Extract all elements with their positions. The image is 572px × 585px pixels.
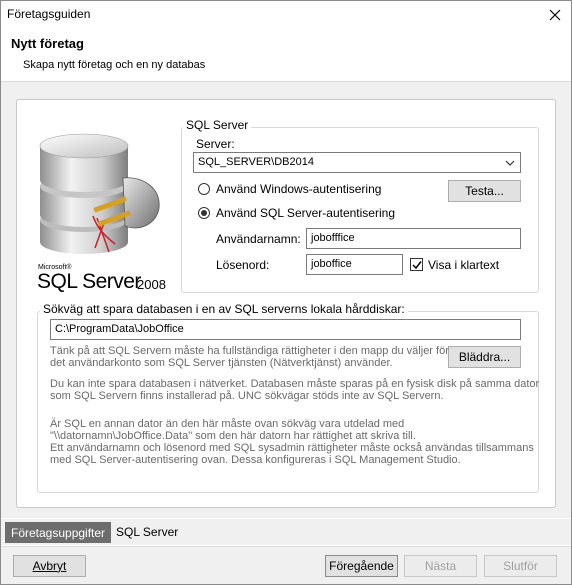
database-plug-icon: [39, 133, 160, 254]
path-input[interactable]: C:\ProgramData\JobOffice: [50, 319, 521, 340]
finish-button[interactable]: Slutför: [484, 555, 557, 577]
path-group-legend: Sökväg att spara databasen i en av SQL s…: [40, 302, 408, 316]
cancel-button-label: Avbryt: [32, 559, 67, 573]
server-select[interactable]: SQL_SERVER\DB2014: [193, 152, 521, 173]
server-select-value: SQL_SERVER\DB2014: [198, 156, 314, 168]
sql-server-group-legend: SQL Server: [183, 118, 252, 132]
radio-sql-auth[interactable]: [198, 207, 210, 219]
wizard-header: Nytt företag Skapa nytt företag och en n…: [1, 29, 571, 82]
show-plaintext-label[interactable]: Visa i klartext: [428, 258, 499, 272]
radio-sql-auth-label[interactable]: Använd SQL Server-autentisering: [216, 206, 395, 220]
step-tabs: Företagsuppgifter SQL Server: [1, 519, 571, 545]
radio-windows-auth[interactable]: [198, 183, 210, 195]
next-button-label: Nästa: [424, 559, 457, 573]
tab-sql-server[interactable]: SQL Server: [116, 525, 178, 539]
tab-foretagsuppgifter[interactable]: Företagsuppgifter: [5, 522, 112, 543]
page-subtitle: Skapa nytt företag och en ny databas: [23, 59, 206, 71]
info-line: det användarkonto som SQL Server tjänste…: [50, 357, 393, 369]
sql-server-logo: Microsoft® SQL Server 2008: [35, 118, 166, 293]
logo-product-text: SQL Server: [37, 270, 141, 293]
info-permissions: Tänk på att SQL Servern måste ha fullstä…: [50, 345, 449, 369]
show-plaintext-checkbox[interactable]: [410, 258, 423, 271]
checkmark-icon: [411, 260, 422, 269]
previous-button-label: Föregående: [329, 559, 394, 573]
chevron-down-icon: [505, 160, 515, 166]
wizard-footer: Avbryt Föregående Nästa Slutför: [1, 546, 571, 584]
username-label: Användarnamn:: [216, 232, 301, 246]
title-bar[interactable]: Företagsguiden: [1, 1, 571, 29]
info-line: med SQL Server-autentisering ovan. Dessa…: [50, 454, 461, 466]
close-button[interactable]: [538, 1, 571, 29]
logo-year-text: 2008: [137, 277, 166, 292]
previous-button[interactable]: Föregående: [325, 555, 398, 577]
info-line: "\\datornamn\JobOffice.Data" som den här…: [50, 430, 416, 442]
password-input[interactable]: joboffice: [306, 254, 403, 275]
window-title: Företagsguiden: [7, 7, 91, 21]
info-line: Du kan inte spara databasen i nätverket.…: [50, 378, 540, 390]
wizard-window: Företagsguiden Nytt företag Skapa nytt f…: [0, 0, 572, 585]
info-line: som SQL Servern finns installerad på. UN…: [50, 390, 444, 402]
info-line: Är SQL en annan dator än den här måste o…: [50, 418, 405, 430]
info-network: Du kan inte spara databasen i nätverket.…: [50, 378, 539, 402]
test-button[interactable]: Testa...: [448, 180, 521, 202]
info-line: Tänk på att SQL Servern måste ha fullstä…: [50, 345, 449, 357]
finish-button-label: Slutför: [503, 559, 538, 573]
close-icon: [549, 9, 560, 21]
info-line: Ett användarnamn och lösenord med SQL sy…: [50, 442, 534, 454]
cancel-button[interactable]: Avbryt: [13, 555, 86, 577]
username-input[interactable]: jobofffice: [306, 228, 521, 249]
server-label: Server:: [196, 137, 235, 151]
info-remote-sql: Är SQL en annan dator än den här måste o…: [50, 418, 534, 466]
next-button[interactable]: Nästa: [404, 555, 477, 577]
main-panel: Microsoft® SQL Server 2008 SQL Server Se…: [16, 99, 556, 508]
page-title: Nytt företag: [11, 36, 84, 51]
browse-button-label: Bläddra...: [458, 350, 511, 364]
browse-button[interactable]: Bläddra...: [448, 346, 521, 368]
password-label: Lösenord:: [216, 258, 270, 272]
radio-windows-auth-label[interactable]: Använd Windows-autentisering: [216, 182, 381, 196]
test-button-label: Testa...: [465, 184, 504, 198]
